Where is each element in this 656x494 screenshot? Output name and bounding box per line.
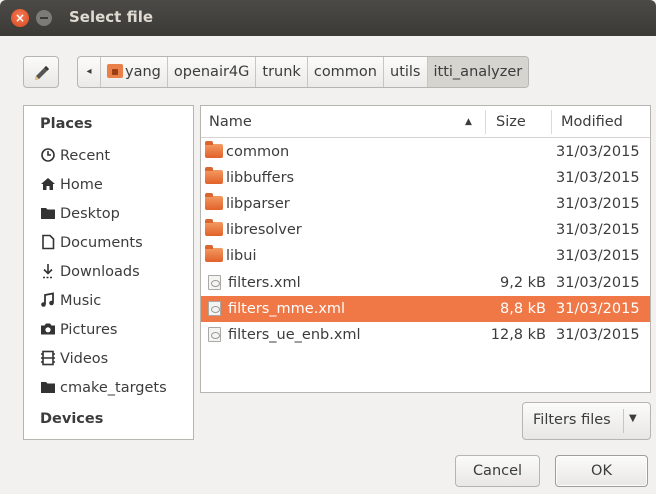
close-icon[interactable]: × [11, 9, 29, 27]
breadcrumb-item-utils[interactable]: utils [384, 57, 428, 87]
chevron-down-icon: ▼ [629, 413, 637, 424]
column-separator[interactable] [485, 110, 486, 134]
film-icon [40, 348, 56, 366]
sidebar-item-videos[interactable]: Videos [40, 345, 108, 373]
sidebar-item-home[interactable]: Home [40, 171, 103, 199]
folder-icon [40, 203, 56, 219]
xml-file-icon [208, 301, 221, 316]
breadcrumb-item-itti-analyzer[interactable]: itti_analyzer [427, 57, 529, 87]
breadcrumb-back-arrow[interactable]: ◂ [78, 57, 101, 87]
column-header-size[interactable]: Size [496, 106, 526, 138]
file-row-filters-mme-xml[interactable]: filters_mme.xml 8,8 kB 31/03/2015 [201, 296, 650, 322]
breadcrumb-item-openair4g[interactable]: openair4G [168, 57, 257, 87]
title-bar: × Select file [0, 0, 656, 36]
camera-icon [40, 319, 56, 335]
places-heading: Places [40, 116, 93, 132]
ok-button[interactable]: OK [555, 455, 648, 487]
file-list-header: Name ▲ Size Modified [201, 106, 650, 138]
file-row-filters-ue-enb-xml[interactable]: filters_ue_enb.xml 12,8 kB 31/03/2015 [201, 322, 650, 348]
minimize-icon[interactable] [36, 10, 52, 26]
file-row-common[interactable]: common 31/03/2015 [201, 139, 650, 165]
file-row-libresolver[interactable]: libresolver 31/03/2015 [201, 217, 650, 243]
window-title: Select file [69, 8, 154, 26]
file-row-libui[interactable]: libui 31/03/2015 [201, 243, 650, 269]
folder-icon [205, 245, 223, 262]
sidebar-item-recent[interactable]: Recent [40, 142, 110, 170]
xml-file-icon [208, 327, 221, 342]
folder-icon [205, 193, 223, 210]
dropdown-separator [623, 409, 624, 433]
column-header-modified[interactable]: Modified [561, 106, 623, 138]
folder-icon [205, 141, 223, 158]
download-icon [40, 261, 56, 279]
breadcrumb-item-common[interactable]: common [308, 57, 384, 87]
file-row-filters-xml[interactable]: filters.xml 9,2 kB 31/03/2015 [201, 270, 650, 296]
file-filter-label: Filters files [533, 412, 611, 428]
sidebar-item-cmake-targets[interactable]: cmake_targets [40, 374, 167, 402]
home-folder-icon [107, 64, 123, 78]
column-separator[interactable] [551, 110, 552, 134]
file-row-libparser[interactable]: libparser 31/03/2015 [201, 191, 650, 217]
type-location-button[interactable] [23, 56, 59, 88]
document-icon [40, 232, 56, 250]
sort-ascending-icon: ▲ [465, 117, 472, 127]
home-icon [40, 174, 56, 190]
file-filter-dropdown[interactable]: Filters files ▼ [522, 402, 651, 440]
sidebar-item-music[interactable]: Music [40, 287, 101, 315]
cancel-button[interactable]: Cancel [455, 455, 540, 487]
breadcrumb-item-yang[interactable]: yang [101, 57, 168, 87]
breadcrumb-item-trunk[interactable]: trunk [256, 57, 308, 87]
file-row-libbuffers[interactable]: libbuffers 31/03/2015 [201, 165, 650, 191]
sidebar-item-desktop[interactable]: Desktop [40, 200, 120, 228]
sidebar-item-pictures[interactable]: Pictures [40, 316, 117, 344]
file-list: Name ▲ Size Modified common 31/03/2015 l… [200, 105, 651, 393]
clock-icon [40, 145, 56, 162]
pencil-icon [35, 66, 49, 80]
folder-icon [205, 219, 223, 236]
breadcrumb: ◂ yang openair4G trunk common utils itti… [77, 56, 530, 88]
column-header-name[interactable]: Name [209, 106, 252, 138]
music-icon [40, 290, 56, 307]
folder-icon [205, 167, 223, 184]
sidebar-item-downloads[interactable]: Downloads [40, 258, 140, 286]
sidebar-item-documents[interactable]: Documents [40, 229, 143, 257]
folder-icon [40, 377, 56, 393]
xml-file-icon [208, 275, 221, 290]
places-sidebar: Places Recent Home Desktop Documents Dow… [23, 105, 194, 440]
devices-heading: Devices [40, 411, 104, 427]
